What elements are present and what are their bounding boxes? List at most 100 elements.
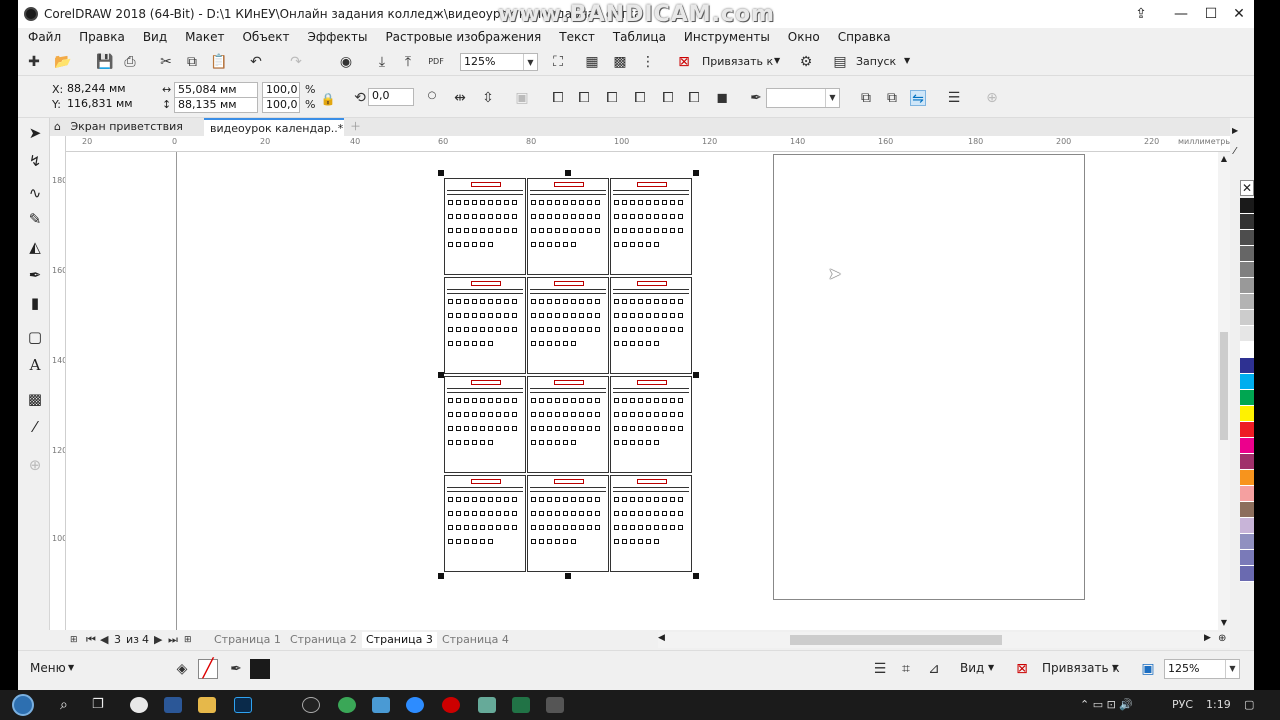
- scroll-left-icon[interactable]: ◀: [658, 633, 665, 643]
- start-button-icon[interactable]: [12, 694, 34, 716]
- align-status-icon[interactable]: ☰: [872, 661, 888, 677]
- clock-time[interactable]: 1:19: [1206, 698, 1231, 711]
- prev-page-icon[interactable]: ◀: [100, 632, 108, 648]
- selection-handle[interactable]: [438, 372, 444, 378]
- color-swatch[interactable]: [1240, 278, 1254, 294]
- no-fill-swatch-icon[interactable]: ╱: [198, 659, 218, 679]
- rectangle-tool-icon[interactable]: ▢: [24, 326, 46, 348]
- selection-handle[interactable]: [565, 170, 571, 176]
- color-swatch[interactable]: [1240, 342, 1254, 358]
- snap-to-icon[interactable]: ⊠: [676, 54, 692, 70]
- color-swatch[interactable]: [1240, 326, 1254, 342]
- paste-icon[interactable]: 📋: [210, 54, 227, 70]
- last-page-icon[interactable]: ⏭: [168, 632, 178, 648]
- color-swatch[interactable]: [1240, 358, 1254, 374]
- y-position-field[interactable]: 116,831 мм: [64, 97, 152, 113]
- photoshop-icon[interactable]: [234, 697, 252, 713]
- simplify-icon[interactable]: ⧠: [632, 90, 648, 106]
- tab-welcome-screen[interactable]: ⌂ Экран приветствия: [50, 118, 190, 136]
- dimension-icon[interactable]: ⌗: [898, 661, 914, 677]
- color-swatch[interactable]: [1240, 262, 1254, 278]
- calendar-month[interactable]: [444, 475, 526, 572]
- page-size-icon[interactable]: ▣: [1140, 661, 1156, 677]
- maximize-button[interactable]: ☐: [1198, 4, 1224, 24]
- color-swatch[interactable]: [1240, 438, 1254, 454]
- tab-active-document[interactable]: видеоурок календар..*: [204, 118, 344, 136]
- redo-icon[interactable]: ↷: [288, 54, 304, 70]
- coreldraw-taskbar-icon[interactable]: [302, 697, 320, 713]
- blank-page-frame[interactable]: [773, 154, 1085, 600]
- save-icon[interactable]: 💾: [96, 54, 113, 70]
- quick-customize-icon[interactable]: ⇋: [910, 90, 926, 107]
- artistic-media-icon[interactable]: ◭: [24, 236, 46, 258]
- scale-height-field[interactable]: 100,0: [262, 97, 300, 113]
- rulers-icon[interactable]: ▦: [584, 54, 600, 70]
- text-tool-icon[interactable]: A: [24, 354, 46, 376]
- scroll-up-icon[interactable]: ▲: [1218, 154, 1230, 163]
- snap-to-icon[interactable]: ⊠: [1014, 661, 1030, 677]
- bandicam-icon[interactable]: [442, 697, 460, 713]
- color-swatch[interactable]: [1240, 246, 1254, 262]
- add-icon[interactable]: ⊕: [984, 90, 1000, 106]
- outline-color-swatch-icon[interactable]: [250, 659, 270, 679]
- menu-table[interactable]: Таблица: [613, 30, 666, 44]
- align-icon[interactable]: ☰: [946, 90, 962, 106]
- fill-icon[interactable]: ◈: [174, 661, 190, 677]
- to-front-icon[interactable]: ⧉: [858, 90, 874, 106]
- object-properties-icon[interactable]: ⊿: [926, 661, 942, 677]
- selection-handle[interactable]: [438, 170, 444, 176]
- tab-page-2[interactable]: Страница 2: [290, 632, 357, 648]
- color-swatch[interactable]: [1240, 214, 1254, 230]
- scroll-down-icon[interactable]: ▼: [1218, 618, 1230, 627]
- tray-icons[interactable]: ⌃ ▭ ⊡ 🔊: [1080, 698, 1133, 711]
- eyedropper-icon[interactable]: ⁄: [1234, 146, 1236, 157]
- import-icon[interactable]: ⤓: [374, 54, 390, 70]
- calendar-month[interactable]: [527, 376, 609, 473]
- next-page-icon[interactable]: ▶: [154, 632, 162, 648]
- outline-pen-icon[interactable]: ✒: [228, 661, 244, 677]
- freehand-tool-icon[interactable]: ✎: [24, 208, 46, 230]
- options-gear-icon[interactable]: ⚙: [798, 54, 814, 70]
- new-document-icon[interactable]: ✚: [26, 54, 42, 70]
- front-minus-back-icon[interactable]: ⧠: [660, 90, 676, 106]
- selection-handle[interactable]: [693, 372, 699, 378]
- search-icon[interactable]: ⌕: [60, 697, 78, 713]
- task-view-icon[interactable]: ❐: [92, 697, 110, 713]
- calendar-month[interactable]: [527, 178, 609, 275]
- pen-tool-icon[interactable]: ✒: [24, 264, 46, 286]
- width-field[interactable]: 55,084 мм: [174, 82, 258, 98]
- trim-icon[interactable]: ⧠: [576, 90, 592, 106]
- scale-width-field[interactable]: 100,0: [262, 82, 300, 98]
- add-tab-icon[interactable]: ＋: [350, 118, 361, 136]
- crop-tool-icon[interactable]: ∿: [24, 182, 46, 204]
- color-swatch[interactable]: [1240, 198, 1254, 214]
- outline-pen-icon[interactable]: ✒: [748, 90, 764, 106]
- no-color-swatch-icon[interactable]: ✕: [1240, 180, 1254, 196]
- eraser-tool-icon[interactable]: ▮: [24, 292, 46, 314]
- tab-page-4[interactable]: Страница 4: [442, 632, 509, 648]
- height-field[interactable]: 88,135 мм: [174, 97, 258, 113]
- export-icon[interactable]: ⤒: [400, 54, 416, 70]
- menu-edit[interactable]: Правка: [79, 30, 125, 44]
- color-swatch[interactable]: [1240, 230, 1254, 246]
- wrap-text-icon[interactable]: ▣: [514, 90, 530, 106]
- calendar-month[interactable]: [444, 277, 526, 374]
- chevron-down-icon[interactable]: ▼: [1112, 663, 1118, 672]
- undo-icon[interactable]: ↶: [248, 54, 264, 70]
- word-icon[interactable]: [164, 697, 182, 713]
- calendar-month[interactable]: [527, 475, 609, 572]
- keyboard-language[interactable]: РУС: [1172, 698, 1193, 711]
- view-button[interactable]: Вид: [960, 661, 984, 675]
- selection-handle[interactable]: [438, 573, 444, 579]
- color-swatch[interactable]: [1240, 518, 1254, 534]
- selection-handle[interactable]: [565, 573, 571, 579]
- color-swatch[interactable]: [1240, 550, 1254, 566]
- drawing-canvas[interactable]: ➤: [66, 152, 1218, 630]
- menu-button[interactable]: Меню: [30, 661, 66, 675]
- zoom-level-combo[interactable]: 125% ▼: [460, 53, 538, 71]
- close-button[interactable]: ✕: [1226, 4, 1252, 24]
- status-zoom-combo[interactable]: 125% ▼: [1164, 659, 1240, 679]
- vertical-scroll-thumb[interactable]: [1220, 332, 1228, 440]
- menu-view[interactable]: Вид: [143, 30, 167, 44]
- first-page-icon[interactable]: ⏮: [86, 632, 96, 648]
